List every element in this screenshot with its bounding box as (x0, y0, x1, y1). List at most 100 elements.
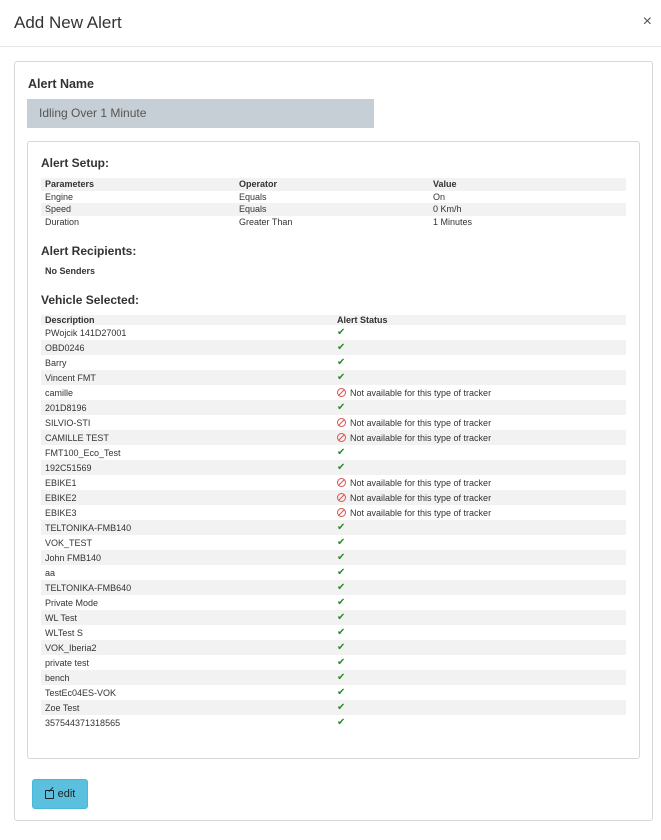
ban-icon (337, 507, 346, 517)
status-text: Not available for this type of tracker (350, 417, 492, 428)
vehicle-description: camille (45, 387, 74, 398)
check-icon: ✔ (337, 462, 346, 473)
table-row: TELTONIKA-FMB140 ✔ (41, 520, 626, 535)
vehicle-description: VOK_TEST (45, 537, 93, 548)
vehicle-description: EBIKE1 (45, 477, 77, 488)
status-text: Not available for this type of tracker (350, 432, 492, 443)
status-text: Not available for this type of tracker (350, 477, 492, 488)
table-cell: 1 Minutes (433, 216, 473, 227)
table-row: aa ✔ (41, 565, 626, 580)
vehicle-alert-status: Not available for this type of tracker (333, 475, 626, 490)
check-icon: ✔ (337, 582, 346, 593)
column-header-parameters: Parameters (45, 179, 95, 190)
vehicle-alert-status: Not available for this type of tracker (333, 505, 626, 520)
check-icon: ✔ (337, 537, 346, 548)
vehicle-alert-status: ✔ (333, 535, 626, 550)
vehicle-description: aa (45, 567, 56, 578)
vehicle-alert-status: Not available for this type of tracker (333, 385, 626, 400)
vehicle-alert-status: ✔ (333, 625, 626, 640)
table-row: Engine Equals On (41, 191, 626, 204)
table-cell: Equals (239, 204, 267, 215)
table-row: FMT100_Eco_Test ✔ (41, 445, 626, 460)
table-row: EBIKE1 Not available for this type of tra… (41, 475, 626, 490)
table-row: VOK_Iberia2 ✔ (41, 640, 626, 655)
table-header-row: Description Alert Status (41, 315, 626, 325)
check-icon: ✔ (337, 597, 346, 608)
vehicle-description: CAMILLE TEST (45, 432, 109, 443)
vehicle-description: 201D8196 (45, 402, 87, 413)
column-header-value: Value (433, 179, 457, 190)
vehicle-description: WLTest S (45, 627, 83, 638)
table-row: Private Mode ✔ (41, 595, 626, 610)
vehicle-description: John FMB140 (45, 552, 102, 563)
vehicle-description: Vincent FMT (45, 372, 96, 383)
table-row: 201D8196 ✔ (41, 400, 626, 415)
check-icon: ✔ (337, 567, 346, 578)
check-icon: ✔ (337, 627, 346, 638)
table-cell: On (433, 191, 446, 202)
table-row: camille Not available for this type of tr… (41, 385, 626, 400)
vehicle-description: TELTONIKA-FMB640 (45, 582, 132, 593)
vehicle-alert-status: ✔ (333, 460, 626, 475)
alert-summary-panel: Alert Setup: Parameters Operator Value E… (27, 141, 640, 759)
table-row: EBIKE3 Not available for this type of tra… (41, 505, 626, 520)
check-icon: ✔ (337, 357, 346, 368)
vehicle-alert-status: ✔ (333, 355, 626, 370)
check-icon: ✔ (337, 657, 346, 668)
vehicle-alert-status: Not available for this type of tracker (333, 490, 626, 505)
table-cell: Duration (45, 216, 80, 227)
vehicle-alert-status: ✔ (333, 595, 626, 610)
check-icon: ✔ (337, 552, 346, 563)
vehicle-description: SILVIO-STI (45, 417, 91, 428)
column-header-operator: Operator (239, 179, 278, 190)
edit-button-label: edit (57, 788, 76, 800)
table-header-row: Parameters Operator Value (41, 178, 626, 191)
check-icon: ✔ (337, 642, 346, 653)
vehicle-description: TELTONIKA-FMB140 (45, 522, 132, 533)
vehicle-description: TestEc04ES-VOK (45, 687, 117, 698)
alert-name-field[interactable]: Idling Over 1 Minute (27, 99, 374, 128)
alert-form-panel: Alert Name Idling Over 1 Minute Alert Se… (14, 61, 653, 821)
vehicle-description: OBD0246 (45, 342, 85, 353)
alert-setup-table: Parameters Operator Value Engine Equals … (41, 178, 626, 228)
edit-button[interactable]: edit (32, 779, 88, 809)
modal-header: Add New Alert × (0, 0, 661, 47)
table-row: PWojcik 141D27001 ✔ (41, 325, 626, 340)
check-icon: ✔ (337, 342, 346, 353)
vehicle-alert-status: ✔ (333, 655, 626, 670)
vehicle-alert-status: ✔ (333, 565, 626, 580)
table-row: TestEc04ES-VOK ✔ (41, 685, 626, 700)
status-text: Not available for this type of tracker (350, 492, 492, 503)
vehicle-alert-status: ✔ (333, 370, 626, 385)
vehicle-table: Description Alert Status PWojcik 141D270… (41, 315, 626, 730)
table-row: Vincent FMT ✔ (41, 370, 626, 385)
table-row: VOK_TEST ✔ (41, 535, 626, 550)
table-row: bench ✔ (41, 670, 626, 685)
vehicle-rows: PWojcik 141D27001 ✔ OBD0246 ✔ Barry ✔ Vincent … (41, 325, 626, 730)
vehicle-alert-status: ✔ (333, 715, 626, 730)
vehicle-description: VOK_Iberia2 (45, 642, 97, 653)
table-cell: 0 Km/h (433, 204, 462, 215)
table-row: Duration Greater Than 1 Minutes (41, 216, 626, 229)
table-row: Speed Equals 0 Km/h (41, 203, 626, 216)
vehicle-alert-status: ✔ (333, 550, 626, 565)
vehicle-description: Zoe Test (45, 702, 80, 713)
table-row: John FMB140 ✔ (41, 550, 626, 565)
alert-name-label: Alert Name (28, 77, 94, 91)
vehicle-alert-status: ✔ (333, 670, 626, 685)
check-icon: ✔ (337, 327, 346, 338)
vehicle-description: PWojcik 141D27001 (45, 327, 127, 338)
status-text: Not available for this type of tracker (350, 387, 492, 398)
table-row: OBD0246 ✔ (41, 340, 626, 355)
status-text: Not available for this type of tracker (350, 507, 492, 518)
vehicle-alert-status: ✔ (333, 640, 626, 655)
table-cell: Speed (45, 204, 72, 215)
close-icon[interactable]: × (643, 14, 652, 30)
check-icon: ✔ (337, 717, 346, 728)
table-row: 357544371318565 ✔ (41, 715, 626, 730)
vehicle-description: Barry (45, 357, 67, 368)
table-row: WL Test ✔ (41, 610, 626, 625)
vehicle-alert-status: ✔ (333, 340, 626, 355)
vehicle-selected-title: Vehicle Selected: (41, 293, 140, 307)
check-icon: ✔ (337, 702, 346, 713)
